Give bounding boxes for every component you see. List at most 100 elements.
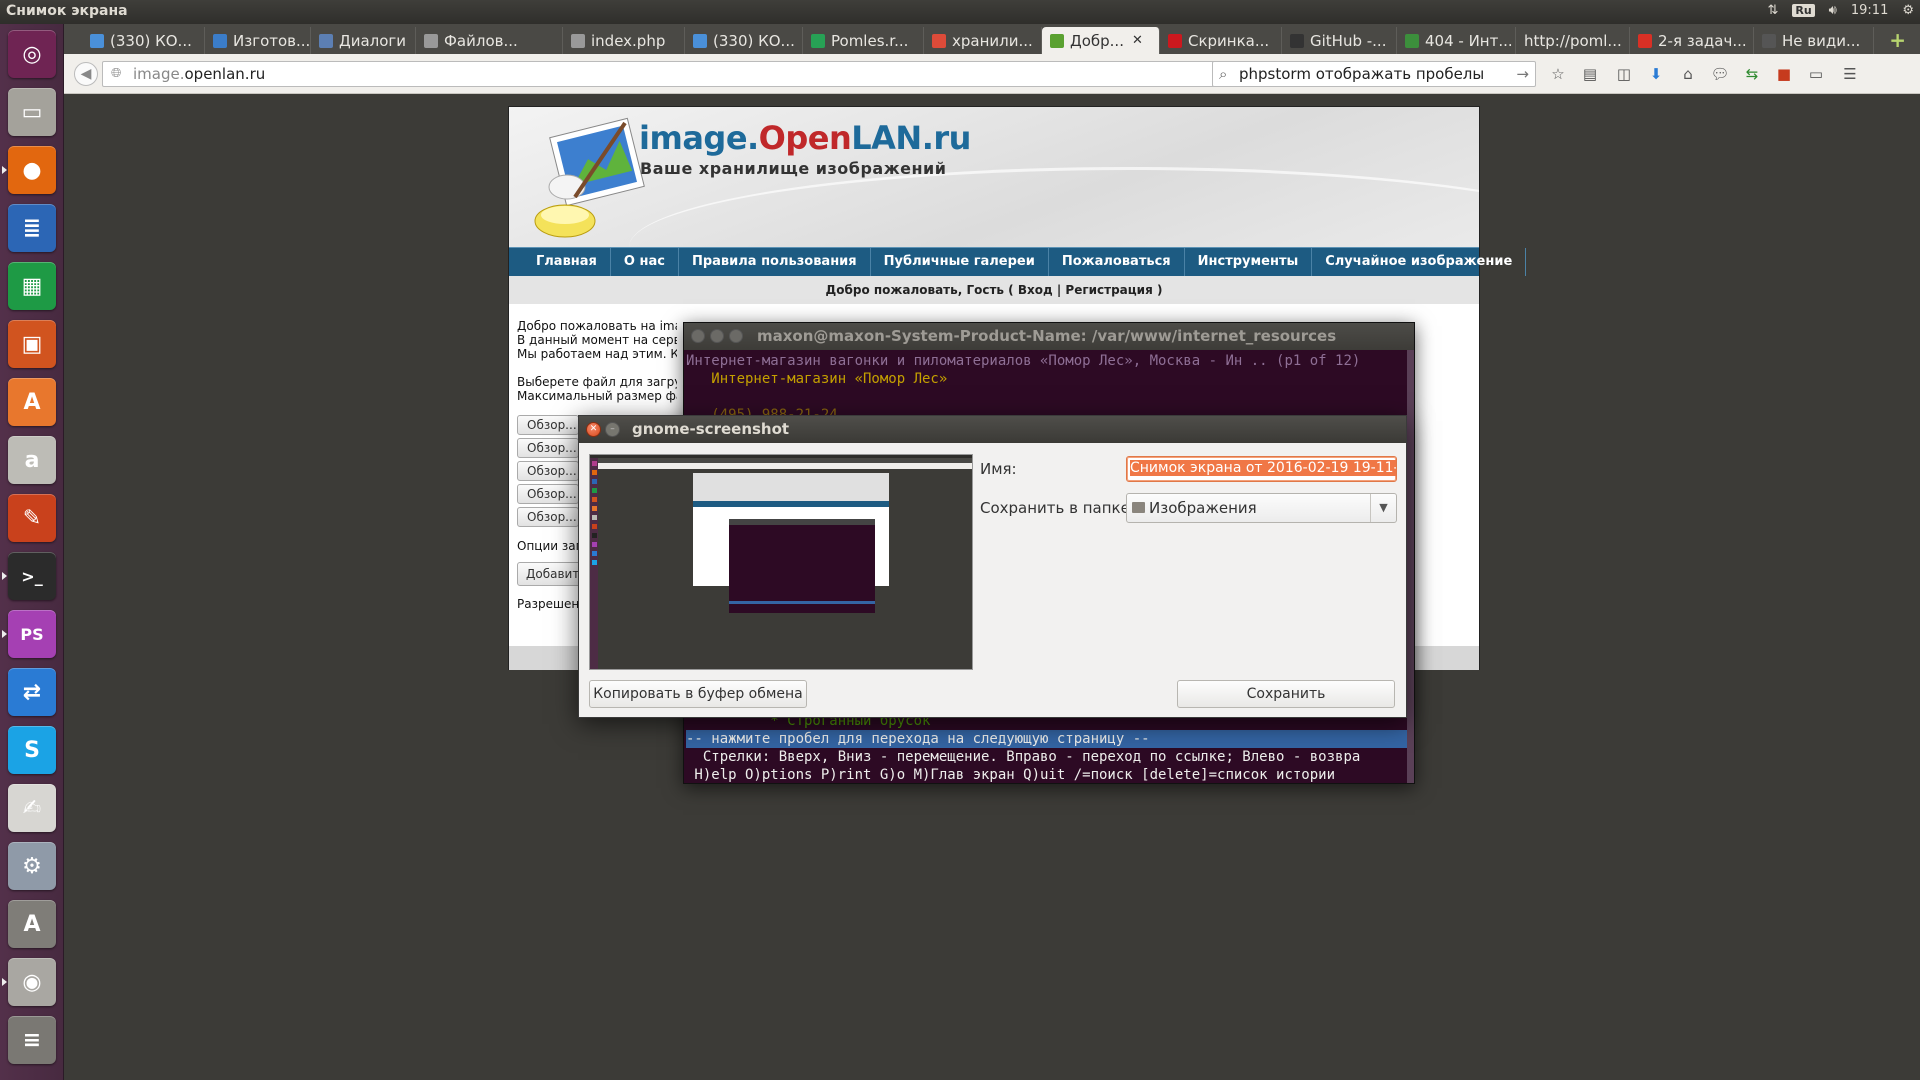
screenshot-icon[interactable]: ◉ xyxy=(2,958,56,1006)
amazon-icon[interactable]: a xyxy=(8,436,56,484)
pocket-icon[interactable]: ◫ xyxy=(1614,64,1634,84)
body-line: Мы работаем над этим. К пер xyxy=(517,347,677,361)
site-menu-item[interactable]: О нас xyxy=(611,248,679,276)
browse-button[interactable]: Обзор... xyxy=(517,415,579,435)
browse-button[interactable]: Обзор... xyxy=(517,484,579,504)
search-bar[interactable]: ⌕ phpstorm отображать пробелы → xyxy=(1212,61,1536,87)
search-go-icon[interactable]: → xyxy=(1516,62,1529,86)
folder-value: Изображения xyxy=(1149,499,1257,517)
browser-tab[interactable]: Файлов... xyxy=(416,27,563,54)
save-button[interactable]: Сохранить xyxy=(1177,680,1395,708)
tab-label: (330) КО... xyxy=(110,31,192,50)
url-bar[interactable]: 🌐︎ image.openlan.ru ↻ xyxy=(102,61,1264,87)
firefox-icon[interactable]: ● xyxy=(2,146,56,194)
browser-tab[interactable]: GitHub -... xyxy=(1282,27,1397,54)
browser-tab[interactable]: Диалоги xyxy=(311,27,416,54)
software-center-icon[interactable]: A xyxy=(8,378,56,426)
body-line: Добро пожаловать на image.o xyxy=(517,319,677,333)
terminal-close-icon[interactable] xyxy=(691,329,705,343)
logo-part-3: LAN.ru xyxy=(851,119,971,157)
browser-tab[interactable]: 404 - Инт... xyxy=(1397,27,1516,54)
welcome-bar[interactable]: Добро пожаловать, Гость ( Вход | Регистр… xyxy=(509,276,1479,304)
site-tagline: Ваше хранилище изображений xyxy=(640,159,947,178)
chevron-down-icon[interactable]: ▼ xyxy=(1370,494,1396,522)
terminal-title[interactable]: maxon@maxon-System-Product-Name: /var/ww… xyxy=(684,323,1414,350)
close-icon[interactable]: ✕ xyxy=(586,422,601,437)
browse-button[interactable]: Обзор... xyxy=(517,438,579,458)
impress-icon[interactable]: ▣ xyxy=(8,320,56,368)
browser-tab[interactable]: index.php xyxy=(563,27,685,54)
close-tab-icon[interactable]: ✕ xyxy=(1132,33,1143,48)
tab-label: GitHub -... xyxy=(1310,31,1387,50)
system-settings-icon[interactable]: ✎ xyxy=(8,494,56,542)
network-icon[interactable]: ⇅ xyxy=(1767,3,1778,18)
screenshot-preview xyxy=(589,454,973,670)
text-editor-icon[interactable]: ✍ xyxy=(8,784,56,832)
dialog-title[interactable]: gnome-screenshot xyxy=(579,416,1406,443)
browser-tab[interactable]: http://poml... xyxy=(1516,27,1630,54)
volume-icon[interactable]: 🔊︎ xyxy=(1829,3,1837,18)
browser-tab[interactable]: Изготов... xyxy=(205,27,311,54)
browser-tab[interactable]: Не види... xyxy=(1754,27,1874,54)
database-icon[interactable]: ⚙ xyxy=(8,842,56,890)
ubuntu-dash-icon[interactable]: ◎ xyxy=(8,30,56,78)
terminal-scrollbar[interactable] xyxy=(1407,350,1414,783)
browser-tab[interactable]: (330) КО... xyxy=(82,27,205,54)
sync-icon[interactable]: ⇆ xyxy=(1742,64,1762,84)
bookmark-star-icon[interactable]: ☆ xyxy=(1548,64,1568,84)
browser-tab[interactable]: хранили... xyxy=(924,27,1042,54)
copy-to-clipboard-button[interactable]: Копировать в буфер обмена xyxy=(589,680,807,708)
site-info-icon[interactable]: 🌐︎ xyxy=(111,62,121,86)
phpstorm-icon[interactable]: PS xyxy=(2,610,56,658)
folder-label: Сохранить в папке: xyxy=(980,499,1135,517)
site-menu-item[interactable]: Пожаловаться xyxy=(1049,248,1185,276)
add-button[interactable]: Добавить xyxy=(517,562,586,586)
menu-icon[interactable]: ☰ xyxy=(1840,64,1860,84)
gear-icon[interactable]: ⚙ xyxy=(1902,3,1914,18)
browse-button[interactable]: Обзор... xyxy=(517,461,579,481)
site-menu-item[interactable]: Инструменты xyxy=(1185,248,1313,276)
site-menu-item[interactable]: Правила пользования xyxy=(679,248,871,276)
terminal-maximize-icon[interactable] xyxy=(729,329,743,343)
top-panel: Снимок экрана ⇅ Ru 🔊︎ 19:11 ⚙ xyxy=(0,0,1920,24)
tab-label: Добр... xyxy=(1070,31,1124,50)
terminal-line: Интернет-магазин «Помор Лес» xyxy=(686,371,948,387)
site-logo-text[interactable]: image.OpenLAN.ru xyxy=(639,119,971,157)
files-icon[interactable]: ▭ xyxy=(8,88,56,136)
screenshot-dialog: gnome-screenshot ✕ – Имя: Снимок экрана … xyxy=(578,415,1407,718)
chat-icon[interactable]: 💬︎ xyxy=(1710,64,1730,84)
site-menu-item[interactable]: Случайное изображение xyxy=(1312,248,1527,276)
minimize-icon[interactable]: – xyxy=(605,422,620,437)
browser-tab[interactable]: Скринка... xyxy=(1160,27,1282,54)
trash-icon[interactable]: ≡ xyxy=(8,1016,56,1064)
name-label: Имя: xyxy=(980,460,1017,478)
favicon-icon xyxy=(213,33,227,48)
clock[interactable]: 19:11 xyxy=(1851,3,1888,18)
software-updater-icon[interactable]: A xyxy=(8,900,56,948)
tab-active[interactable]: Добр... ✕ xyxy=(1042,27,1160,54)
teamviewer-icon[interactable]: ⇄ xyxy=(8,668,56,716)
browser-tab[interactable]: Pomles.r... xyxy=(803,27,924,54)
downloads-icon[interactable]: ⬇ xyxy=(1646,64,1666,84)
site-menu-item[interactable]: Главная xyxy=(523,248,611,276)
terminal-icon[interactable]: >_ xyxy=(2,552,56,600)
favicon-icon xyxy=(1638,33,1652,48)
writer-icon[interactable]: ≣ xyxy=(8,204,56,252)
browse-button[interactable]: Обзор... xyxy=(517,507,579,527)
home-icon[interactable]: ⌂ xyxy=(1678,64,1698,84)
terminal-minimize-icon[interactable] xyxy=(710,329,724,343)
keyboard-layout-indicator[interactable]: Ru xyxy=(1792,4,1815,17)
site-menu-item[interactable]: Публичные галереи xyxy=(871,248,1049,276)
calc-icon[interactable]: ▦ xyxy=(8,262,56,310)
skype-icon[interactable]: S xyxy=(8,726,56,774)
active-window-title: Снимок экрана xyxy=(6,3,128,19)
addon-icon[interactable]: ■ xyxy=(1774,64,1794,84)
browser-tab[interactable]: 2-я задач... xyxy=(1630,27,1754,54)
bookmarks-menu-icon[interactable]: ▤ xyxy=(1580,64,1600,84)
new-tab-button[interactable]: + xyxy=(1889,28,1906,52)
folder-select[interactable]: Изображения ▼ xyxy=(1126,493,1397,523)
screenshot-addon-icon[interactable]: ▭ xyxy=(1806,64,1826,84)
back-button[interactable]: ◀ xyxy=(74,62,98,86)
filename-input[interactable]: Снимок экрана от 2016-02-19 19-11-03 xyxy=(1126,456,1397,482)
browser-tab[interactable]: (330) КО... xyxy=(685,27,803,54)
